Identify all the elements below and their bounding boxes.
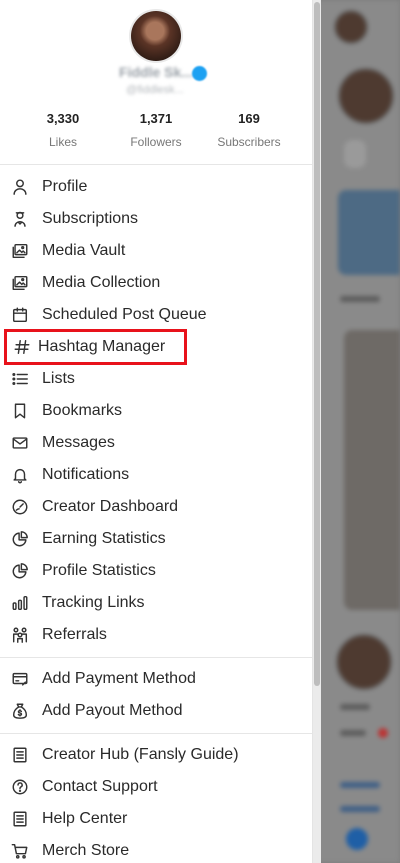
menu-item-label: Add Payout Method	[42, 702, 183, 719]
bg-button	[344, 140, 366, 168]
menu-item-label: Subscriptions	[42, 210, 139, 227]
book-icon	[10, 745, 30, 765]
menu-item-label: Contact Support	[42, 778, 158, 795]
bg-link	[340, 806, 380, 812]
menu-item-label: Scheduled Post Queue	[42, 306, 207, 323]
media-collection-icon	[10, 273, 30, 293]
menu-item-lists[interactable]: Lists	[0, 363, 312, 395]
menu-item-label: Add Payment Method	[42, 670, 196, 687]
profile-header: Fiddle Sk... @fiddlesk... 3,330 Likes 1,…	[0, 0, 312, 164]
bg-card	[338, 190, 400, 275]
subscriptions-icon	[10, 209, 30, 229]
menu-item-label: Help Center	[42, 810, 128, 827]
background-page	[310, 0, 400, 863]
menu-item-label: Media Vault	[42, 242, 126, 259]
bg-dot	[378, 728, 388, 738]
side-menu-drawer: Fiddle Sk... @fiddlesk... 3,330 Likes 1,…	[0, 0, 313, 863]
bg-avatar-small	[334, 10, 368, 44]
primary-menu: Profile Subscriptions Media Vault Media …	[0, 165, 312, 651]
calendar-icon	[10, 305, 30, 325]
menu-item-label: Referrals	[42, 626, 107, 643]
menu-item-scheduled-post-queue[interactable]: Scheduled Post Queue	[0, 299, 312, 331]
menu-item-media-collection[interactable]: Media Collection	[0, 267, 312, 299]
menu-item-creator-hub[interactable]: Creator Hub (Fansly Guide)	[0, 739, 312, 771]
bar-chart-icon	[10, 593, 30, 613]
avatar[interactable]	[131, 11, 181, 61]
media-vault-icon	[10, 241, 30, 261]
menu-item-notifications[interactable]: Notifications	[0, 459, 312, 491]
menu-item-contact-support[interactable]: Contact Support	[0, 771, 312, 803]
menu-item-label: Tracking Links	[42, 594, 145, 611]
stat-followers[interactable]: 1,371 Followers	[111, 111, 201, 149]
bg-text	[340, 296, 380, 302]
menu-item-label: Creator Hub (Fansly Guide)	[42, 746, 239, 763]
username: @fiddlesk...	[126, 84, 184, 96]
menu-item-earning-statistics[interactable]: Earning Statistics	[0, 523, 312, 555]
menu-item-label: Hashtag Manager	[38, 338, 166, 355]
stat-value: 1,371	[139, 111, 173, 126]
bg-fab	[346, 828, 368, 850]
menu-item-creator-dashboard[interactable]: Creator Dashboard	[0, 491, 312, 523]
bookmark-icon	[10, 401, 30, 421]
bell-icon	[10, 465, 30, 485]
menu-item-profile[interactable]: Profile	[0, 171, 312, 203]
stat-label: Likes	[48, 135, 77, 149]
menu-item-label: Bookmarks	[42, 402, 123, 419]
payment-card-icon	[10, 669, 30, 689]
bg-avatar-post	[336, 634, 392, 690]
bg-link	[340, 782, 380, 788]
bg-post-image	[344, 330, 400, 610]
menu-item-merch-store[interactable]: Merch Store	[0, 835, 312, 863]
menu-item-label: Creator Dashboard	[42, 498, 179, 515]
menu-item-help-center[interactable]: Help Center	[0, 803, 312, 835]
money-bag-icon	[10, 701, 30, 721]
bg-text	[340, 704, 370, 710]
menu-item-label: Profile Statistics	[42, 562, 156, 579]
menu-item-label: Notifications	[42, 466, 130, 483]
list-icon	[10, 369, 30, 389]
menu-item-bookmarks[interactable]: Bookmarks	[0, 395, 312, 427]
menu-item-media-vault[interactable]: Media Vault	[0, 235, 312, 267]
cart-icon	[10, 841, 30, 861]
user-icon	[10, 177, 30, 197]
stat-subscribers[interactable]: 169 Subscribers	[204, 111, 294, 149]
question-icon	[10, 777, 30, 797]
menu-item-hashtag-manager[interactable]: Hashtag Manager	[0, 329, 312, 365]
stat-label: Subscribers	[217, 135, 281, 149]
stat-label: Followers	[130, 135, 182, 149]
menu-item-subscriptions[interactable]: Subscriptions	[0, 203, 312, 235]
menu-item-tracking-links[interactable]: Tracking Links	[0, 587, 312, 619]
menu-item-add-payout-method[interactable]: Add Payout Method	[0, 695, 312, 727]
stat-likes[interactable]: 3,330 Likes	[18, 111, 108, 149]
menu-item-profile-statistics[interactable]: Profile Statistics	[0, 555, 312, 587]
stat-value: 3,330	[46, 111, 80, 126]
menu-item-label: Merch Store	[42, 842, 130, 859]
pie-chart-icon	[10, 529, 30, 549]
bg-avatar-large	[338, 68, 394, 124]
menu-item-label: Lists	[42, 370, 75, 387]
document-icon	[10, 809, 30, 829]
menu-item-messages[interactable]: Messages	[0, 427, 312, 459]
support-menu: Creator Hub (Fansly Guide) Contact Suppo…	[0, 734, 312, 863]
menu-item-label: Profile	[42, 178, 88, 195]
menu-item-label: Messages	[42, 434, 115, 451]
drawer-scrollbar[interactable]	[312, 0, 321, 863]
people-icon	[10, 625, 30, 645]
drawer-scrollbar-thumb[interactable]	[314, 2, 320, 686]
hashtag-icon	[12, 337, 32, 357]
verified-badge-icon	[192, 66, 207, 81]
payment-menu: Add Payment Method Add Payout Method	[0, 658, 312, 727]
menu-item-label: Media Collection	[42, 274, 161, 291]
menu-item-referrals[interactable]: Referrals	[0, 619, 312, 651]
bg-text	[340, 730, 366, 736]
envelope-icon	[10, 433, 30, 453]
menu-item-add-payment-method[interactable]: Add Payment Method	[0, 663, 312, 695]
gauge-icon	[10, 497, 30, 517]
pie-chart-icon	[10, 561, 30, 581]
stat-value: 169	[238, 111, 260, 126]
menu-item-label: Earning Statistics	[42, 530, 166, 547]
